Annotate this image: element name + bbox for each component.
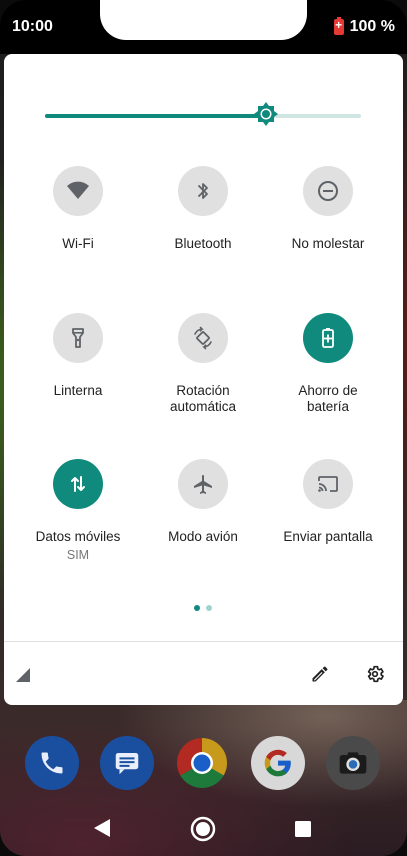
tile-label: Enviar pantalla (283, 529, 373, 544)
auto-rotate-icon (194, 326, 212, 350)
tile-toggle-button[interactable] (178, 459, 228, 509)
status-time: 10:00 (12, 18, 53, 35)
quick-settings-panel: Wi-Fi Bluetooth No molestar Linterna Rotació… (4, 54, 403, 705)
device-screen: 10:00 100 % Wi-Fi Bluetooth No molestar Lin… (0, 0, 407, 856)
camera-notch (100, 0, 307, 40)
page-dot (206, 605, 212, 611)
tile-label: No molestar (291, 236, 365, 251)
brightness-icon[interactable] (254, 102, 279, 126)
tile-no-molestar[interactable]: No molestar (268, 166, 388, 252)
page-indicator (194, 605, 212, 611)
mobile-data-icon (71, 476, 85, 492)
tile-toggle-button[interactable] (178, 166, 228, 216)
tile-modo-avion[interactable]: Modo avión (143, 459, 263, 545)
flashlight-icon (72, 328, 84, 348)
recents-icon[interactable] (294, 820, 312, 838)
wifi-icon (67, 181, 89, 199)
tile-label: Datos móviles (35, 529, 121, 544)
tile-label: Wi-Fi (62, 236, 94, 251)
tile-sublabel: SIM (66, 548, 90, 562)
airplane-icon (194, 475, 212, 494)
back-icon[interactable] (93, 818, 111, 838)
cast-icon (318, 476, 338, 492)
google-icon[interactable] (251, 736, 305, 790)
tile-label: Ahorro de batería (298, 383, 358, 414)
bluetooth-icon (198, 183, 208, 199)
phone-icon[interactable] (25, 736, 79, 790)
panel-divider (4, 641, 403, 642)
tile-wi-fi[interactable]: Wi-Fi (18, 166, 138, 252)
settings-gear-icon[interactable] (365, 664, 385, 684)
tile-toggle-button[interactable] (53, 313, 103, 363)
brightness-slider[interactable] (45, 102, 361, 126)
tile-toggle-button[interactable] (178, 313, 228, 363)
edit-icon[interactable] (310, 664, 330, 684)
do-not-disturb-icon (318, 181, 338, 201)
tile-label: Bluetooth (174, 236, 232, 251)
camera-icon[interactable] (326, 736, 380, 790)
tile-rotacion-automatica[interactable]: Rotación automática (143, 313, 263, 415)
messages-icon[interactable] (100, 736, 154, 790)
tile-bluetooth[interactable]: Bluetooth (143, 166, 263, 252)
tile-datos-moviles[interactable]: Datos móviles SIM (18, 459, 138, 562)
home-icon[interactable] (190, 816, 216, 842)
tile-label: Rotación automática (169, 383, 237, 414)
tile-ahorro-de-bateria[interactable]: Ahorro de batería (268, 313, 388, 415)
page-dot-active (194, 605, 200, 611)
tile-toggle-button[interactable] (303, 459, 353, 509)
brightness-fill (45, 114, 267, 118)
signal-icon (16, 668, 30, 682)
tile-toggle-button[interactable] (303, 313, 353, 363)
app-dock (0, 736, 407, 792)
tile-label: Linterna (53, 383, 103, 398)
battery-saver-icon (322, 328, 334, 348)
battery-percent: 100 % (349, 18, 395, 35)
tile-toggle-button[interactable] (53, 459, 103, 509)
tile-linterna[interactable]: Linterna (18, 313, 138, 399)
tile-toggle-button[interactable] (53, 166, 103, 216)
navigation-bar (0, 800, 407, 856)
chrome-icon[interactable] (175, 736, 229, 790)
tile-toggle-button[interactable] (303, 166, 353, 216)
tile-enviar-pantalla[interactable]: Enviar pantalla (268, 459, 388, 545)
battery-charging-icon (333, 17, 344, 35)
tile-label: Modo avión (168, 529, 238, 544)
status-battery: 100 % (333, 17, 395, 36)
status-bar: 10:00 100 % (0, 0, 407, 54)
